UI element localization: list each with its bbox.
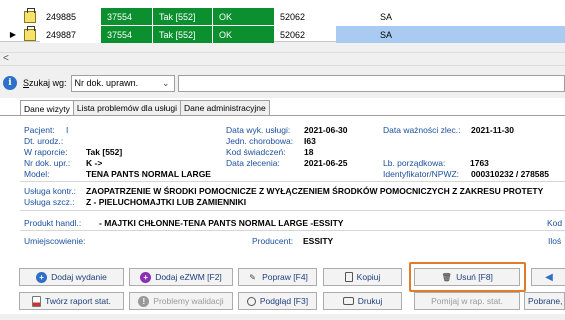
arrow-left-icon: ◀ [545, 271, 553, 283]
edit-button[interactable]: ✎ Popraw [F4] [238, 268, 317, 286]
warning-icon: ! [138, 295, 150, 307]
table-row[interactable]: 249885 37554 Tak [552] OK 52062 SA [0, 7, 565, 25]
tab-dane-administracyjne[interactable]: Dane administracyjne [180, 100, 270, 115]
sequence-number-label: Lb. porządkowa: [383, 158, 446, 168]
chevron-down-icon: ⌄ [162, 77, 170, 88]
cell-sa: SA [380, 11, 393, 22]
quantity-label-truncated: Iloś [548, 236, 562, 246]
service-date-label: Data wyk. usługi: [226, 125, 291, 135]
print-button[interactable]: Drukuj [323, 292, 402, 310]
cell-number: 52062 [280, 29, 306, 40]
contract-service-value: ZAOPATRZENIE W ŚRODKI POMOCNICZE Z WYŁĄC… [86, 186, 544, 196]
product-value: - MAJTKI CHŁONNE-TENA PANTS NORMAL LARGE… [99, 218, 344, 228]
cell-code: 37554 [100, 26, 152, 43]
model-value: TENA PANTS NORMAL LARGE [86, 169, 211, 179]
cell-sa: SA [336, 26, 565, 43]
scroll-left-icon[interactable]: < [3, 53, 9, 64]
tab-divider [0, 115, 565, 116]
copy-icon [344, 272, 353, 282]
cell-id: 249887 [40, 26, 100, 43]
order-expiry-value: 2021-11-30 [471, 125, 515, 135]
skip-in-report-button[interactable]: Pomijaj w rap. stat. [414, 292, 520, 310]
document-number-label: Nr dok. upr.: [24, 158, 71, 168]
add-issue-button[interactable]: + Dodaj wydanie [19, 268, 124, 286]
detailed-service-value: Z - PIELUCHOMAJTKI LUB ZAMIENNIKI [86, 197, 247, 207]
trash-icon: 🗑 [441, 272, 452, 282]
document-icon [24, 7, 36, 23]
code-label-truncated: Kod [547, 218, 563, 228]
manufacturer-value: ESSITY [303, 236, 334, 246]
disease-unit-label: Jedn. chorobowa: [226, 136, 294, 146]
order-date-label: Data zlecenia: [226, 158, 280, 168]
info-icon[interactable]: i [3, 76, 17, 90]
divider [20, 210, 565, 211]
cell-id: 249885 [40, 8, 100, 25]
divider [20, 181, 565, 182]
pacjent-value: I [66, 125, 69, 135]
identifier-value: 000310232 / 278585 [471, 169, 549, 179]
create-report-button[interactable]: Twórz raport stat. [19, 292, 124, 310]
printer-icon [342, 297, 354, 305]
plus-icon: + [140, 271, 152, 283]
in-report-label: W raporcie: [24, 147, 68, 157]
cell-code: 37554 [100, 8, 152, 25]
details-tabs: Dane wizyty Lista problemów dla usługi D… [20, 100, 270, 116]
divider [20, 230, 565, 231]
copy-button[interactable]: Kopiuj [323, 268, 402, 286]
horizontal-scrollbar[interactable]: < [0, 52, 565, 66]
cell-report: Tak [552] [152, 26, 212, 43]
identifier-label: Identyfikator/NPWZ: [383, 169, 460, 179]
row-indicator [0, 8, 18, 25]
contract-service-label: Usługa kontr.: [24, 186, 76, 196]
validation-problems-button[interactable]: ! Problemy walidacji [129, 292, 233, 310]
search-field-select[interactable]: Nr dok. uprawn. ⌄ [70, 74, 175, 92]
cell-status: OK [212, 26, 274, 43]
benefit-code-label: Kod świadczeń: [226, 147, 286, 157]
disease-unit-value: I63 [304, 136, 316, 146]
pacjent-label: Pacjent: [24, 125, 55, 135]
pencil-icon: ✎ [249, 272, 256, 282]
magnifier-icon [246, 296, 256, 306]
back-button[interactable]: ◀ [531, 268, 565, 286]
placement-label: Umiejscowienie: [24, 236, 86, 246]
search-field-value: Nr dok. uprawn. [74, 78, 139, 88]
table-row-selected[interactable]: ▶ 249887 37554 Tak [552] OK 52062 SA [0, 25, 565, 43]
document-number-value: K -> [86, 158, 103, 168]
preview-button[interactable]: Podgląd [F3] [238, 292, 317, 310]
order-date-value: 2021-06-25 [304, 158, 348, 168]
benefit-code-value: 18 [304, 147, 314, 157]
downloaded-button[interactable]: Pobrane, [524, 292, 565, 310]
document-icon [24, 25, 36, 41]
visits-grid: 249885 37554 Tak [552] OK 52062 SA ▶ 249… [0, 0, 565, 43]
tab-dane-wizyty[interactable]: Dane wizyty [20, 100, 74, 116]
row-indicator: ▶ [9, 30, 16, 39]
birthdate-label: Dt. urodz.: [24, 136, 64, 146]
add-ezwm-button[interactable]: + Dodaj eZWM [F2] [129, 268, 233, 286]
report-icon [32, 295, 42, 307]
manufacturer-label: Producent: [252, 236, 294, 246]
bottom-strip [0, 314, 565, 320]
service-date-value: 2021-06-30 [304, 125, 348, 135]
search-label: Szukaj wg: [23, 78, 67, 88]
search-input[interactable] [177, 74, 565, 92]
sequence-number-value: 1763 [470, 158, 489, 168]
cell-status: OK [212, 8, 274, 25]
search-bar: i Szukaj wg: Nr dok. uprawn. ⌄ [0, 72, 565, 94]
in-report-value: Tak [552] [86, 147, 123, 157]
tab-lista-problemow[interactable]: Lista problemów dla usługi [72, 100, 181, 115]
plus-icon: + [36, 271, 48, 283]
product-label: Produkt handl.: [24, 218, 82, 228]
cell-report: Tak [552] [152, 8, 212, 25]
delete-button[interactable]: 🗑 Usuń [F8] [414, 268, 520, 286]
model-label: Model: [24, 169, 50, 179]
detailed-service-label: Usługa szcz.: [24, 197, 75, 207]
order-expiry-label: Data ważności zlec.: [383, 125, 461, 135]
cell-number: 52062 [280, 11, 306, 22]
